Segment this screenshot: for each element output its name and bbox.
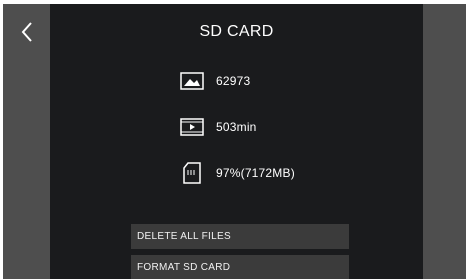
photo-count-row: 62973 (178, 70, 250, 92)
video-duration-value: 503min (216, 120, 257, 134)
page-title: SD CARD (199, 23, 274, 40)
video-icon (178, 116, 206, 138)
photo-count-value: 62973 (216, 74, 251, 88)
format-sd-card-button[interactable]: FORMAT SD CARD (131, 255, 349, 279)
storage-usage-row: 97%(7172MB) (178, 162, 295, 184)
storage-usage-value: 97%(7172MB) (216, 166, 295, 180)
video-duration-row: 503min (178, 116, 257, 138)
back-button[interactable] (17, 20, 37, 44)
right-panel (423, 4, 466, 279)
delete-all-files-button[interactable]: DELETE ALL FILES (131, 224, 349, 249)
chevron-left-icon (21, 22, 32, 42)
main-panel: SD CARD 62973 503min 97%(7172MB) DELETE … (50, 4, 423, 279)
sd-card-icon (178, 162, 206, 184)
photo-icon (178, 70, 206, 92)
left-panel (3, 4, 50, 279)
device-screen: SD CARD 62973 503min 97%(7172MB) DELETE … (3, 4, 466, 279)
